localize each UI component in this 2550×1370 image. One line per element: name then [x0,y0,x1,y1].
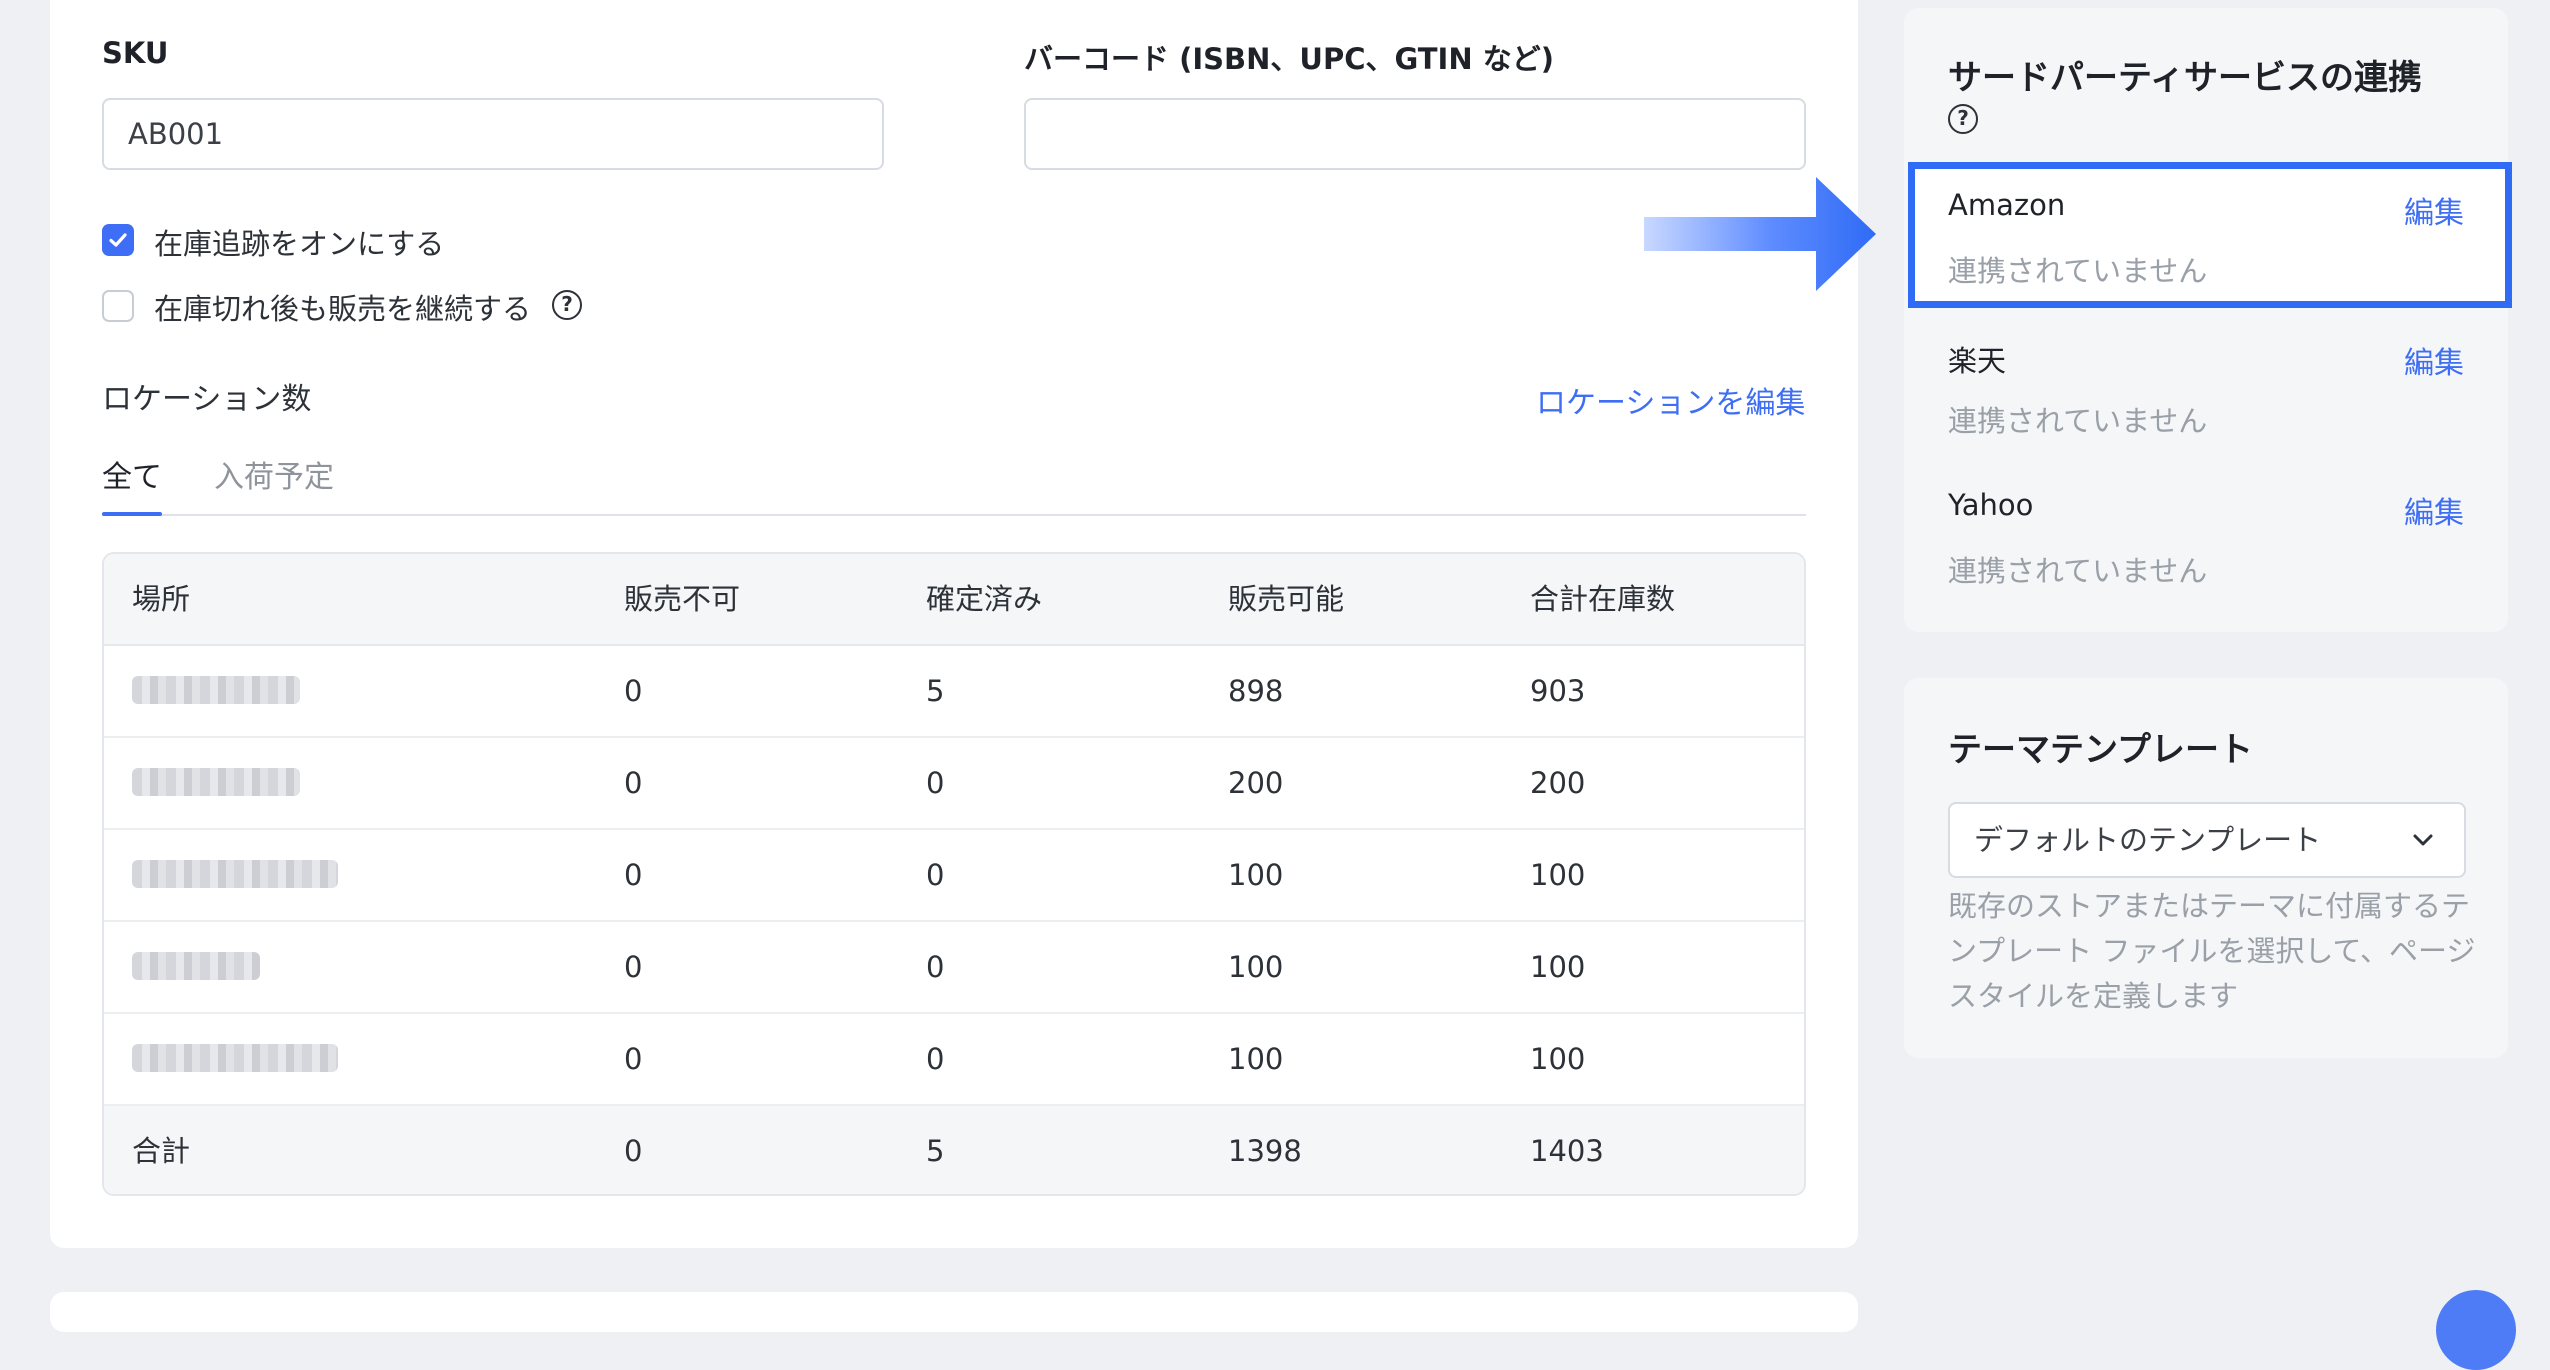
cell-unavailable: 0 [624,766,643,800]
barcode-label: バーコード (ISBN、UPC、GTIN など) [1024,42,1554,76]
sku-label: SKU [102,36,169,70]
edit-locations-link[interactable]: ロケーションを編集 [1536,378,1805,422]
chat-launcher-button[interactable] [2436,1290,2516,1370]
theme-selected-value: デフォルトのテンプレート [1974,823,2322,857]
cell-unavailable: 0 [624,858,643,892]
tab-incoming[interactable]: 入荷予定 [214,452,334,496]
edit-yahoo-link[interactable]: 編集 [2404,488,2464,532]
sku-input[interactable]: AB001 [102,98,884,170]
track-inventory-label: 在庫追跡をオンにする [154,227,445,261]
footer-unavailable: 0 [624,1134,643,1168]
table-footer-row: 合計 0 5 1398 1403 [104,1106,1804,1194]
cell-total: 100 [1530,1042,1586,1076]
location-name-redacted [132,768,300,796]
help-icon[interactable]: ? [552,290,582,320]
cell-total: 903 [1530,674,1586,708]
help-icon[interactable]: ? [1948,104,1978,134]
cell-available: 100 [1228,858,1284,892]
table-row: 0 0 100 100 [104,830,1804,922]
cell-committed: 0 [926,950,945,984]
edit-rakuten-link[interactable]: 編集 [2404,338,2464,382]
integration-status-amazon: 連携されていません [1948,254,2208,288]
cell-available: 100 [1228,950,1284,984]
table-row: 0 5 898 903 [104,646,1804,738]
header-total: 合計在庫数 [1530,582,1676,616]
header-place: 場所 [132,582,191,616]
integration-status-rakuten: 連携されていません [1948,404,2208,438]
arrow-right-icon [1644,177,1876,291]
location-name-redacted [132,860,338,888]
cell-available: 898 [1228,674,1284,708]
location-name-redacted [132,676,300,704]
active-tab-indicator [102,512,162,516]
cell-committed: 0 [926,858,945,892]
theme-description: 既存のストアまたはテーマに付属するテンプレート ファイルを選択して、ページ スタ… [1948,889,2476,1013]
cell-total: 200 [1530,766,1586,800]
footer-total: 1403 [1530,1134,1604,1168]
location-name-redacted [132,952,260,980]
continue-selling-label: 在庫切れ後も販売を継続する [154,292,532,326]
cell-unavailable: 0 [624,674,643,708]
integration-name-amazon: Amazon [1948,188,2066,222]
footer-committed: 5 [926,1134,945,1168]
header-committed: 確定済み [926,582,1043,616]
track-inventory-checkbox[interactable] [102,224,134,256]
integration-name-rakuten: 楽天 [1948,344,2007,378]
cell-committed: 0 [926,766,945,800]
theme-title: テーマテンプレート [1948,730,2253,770]
footer-available: 1398 [1228,1134,1302,1168]
checkbox-checked-icon [109,233,127,247]
cell-total: 100 [1530,858,1586,892]
table-header-row: 場所 販売不可 確定済み 販売可能 合計在庫数 [104,554,1804,646]
table-row: 0 0 100 100 [104,1014,1804,1106]
cell-total: 100 [1530,950,1586,984]
footer-label: 合計 [132,1134,191,1168]
cell-available: 200 [1228,766,1284,800]
cell-unavailable: 0 [624,950,643,984]
cell-committed: 5 [926,674,945,708]
integrations-card [1904,8,2508,632]
table-row: 0 0 200 200 [104,738,1804,830]
table-row: 0 0 100 100 [104,922,1804,1014]
continue-selling-checkbox[interactable] [102,290,134,322]
header-unavailable: 販売不可 [624,582,741,616]
integrations-title: サードパーティサービスの連携 [1948,58,2422,98]
tab-divider [102,514,1806,516]
tab-all[interactable]: 全て [102,452,162,496]
next-card [50,1292,1858,1332]
chevron-down-icon [2413,834,2433,846]
theme-template-select[interactable]: デフォルトのテンプレート [1948,802,2466,878]
locations-title: ロケーション数 [102,382,312,417]
header-available: 販売可能 [1228,582,1345,616]
integration-name-yahoo: Yahoo [1948,488,2034,522]
location-name-redacted [132,1044,338,1072]
cell-committed: 0 [926,1042,945,1076]
integration-status-yahoo: 連携されていません [1948,554,2208,588]
barcode-input[interactable] [1024,98,1806,170]
edit-amazon-link[interactable]: 編集 [2404,188,2464,232]
locations-table: 場所 販売不可 確定済み 販売可能 合計在庫数 0 5 898 903 0 0 … [102,552,1806,1196]
cell-available: 100 [1228,1042,1284,1076]
cell-unavailable: 0 [624,1042,643,1076]
